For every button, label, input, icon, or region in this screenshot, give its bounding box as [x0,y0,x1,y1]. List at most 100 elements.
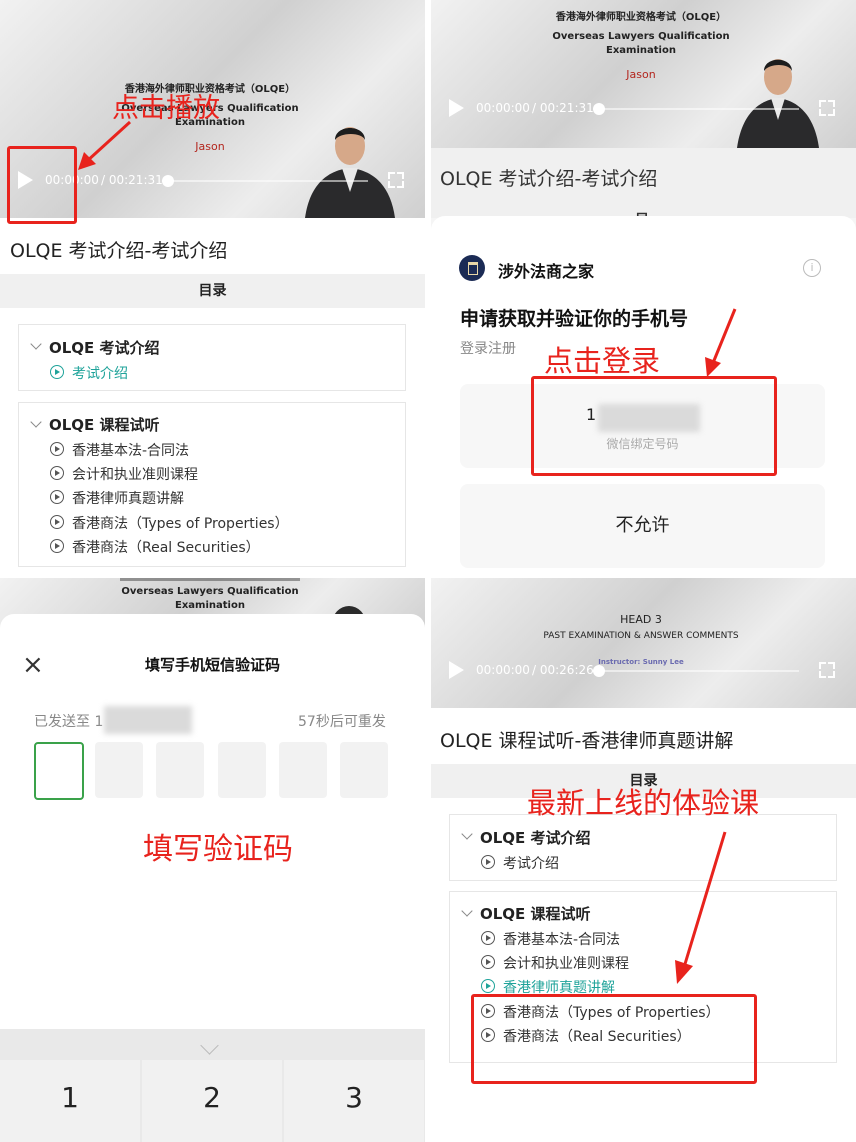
lesson-item[interactable]: 香港律师真题讲解 [72,488,184,508]
chevron-down-icon[interactable] [461,828,473,840]
annotation-arrow [675,831,727,984]
course-title: OLQE 课程试听-香港律师真题讲解 [440,730,734,752]
slide-en-title-line1: Overseas Lawyers Qualification [552,31,730,42]
play-circle-icon [481,979,495,993]
slide-head: HEAD 3 [620,613,662,626]
chevron-down-icon[interactable] [200,1036,219,1055]
deny-button[interactable]: 不允许 [460,484,825,568]
lesson-item[interactable]: 香港商法（Types of Properties） [72,513,289,533]
app-name: 涉外法商之家 [498,262,595,281]
annotation-fill-code: 填写验证码 [143,832,293,867]
current-time: 00:00:00 [476,101,530,115]
play-circle-icon [50,515,64,529]
lesson-item[interactable]: 会计和执业准则课程 [72,464,198,484]
toc-section-trial: OLQE 课程试听 香港基本法-合同法 会计和执业准则课程 香港律师真题讲解 香… [18,402,406,567]
slide-author: Jason [195,140,225,153]
sent-to-label: 已发送至 1 [34,714,104,730]
slide-cn-title: 香港海外律师职业资格考试（OLQE） [555,12,727,23]
video-player[interactable]: HEAD 3 PAST EXAMINATION & ANSWER COMMENT… [431,578,856,708]
presenter-figure [737,59,819,148]
annotation-box-play [7,146,77,224]
code-digit-input[interactable] [34,742,84,800]
panel-course-player-2: HEAD 3 PAST EXAMINATION & ANSWER COMMENT… [431,578,856,1142]
toc-section-intro: OLQE 考试介绍 考试介绍 [449,814,837,881]
total-duration: / 00:26:26 [532,663,594,677]
resend-countdown[interactable]: 57秒后可重发 [298,711,386,731]
phone-number-blurred [104,706,192,734]
annotation-arrow [705,308,737,377]
video-player[interactable]: 香港海外律师职业资格考试（OLQE） Overseas Lawyers Qual… [431,0,856,148]
lesson-item[interactable]: 考试介绍 [503,853,559,873]
play-circle-icon [481,855,495,869]
annotation-box-login [531,376,777,476]
play-circle-icon [50,365,64,379]
panel-course-player-1: 香港海外律师职业资格考试（OLQE） Overseas Lawyers Qual… [0,0,425,575]
slide-en-title-line2: Examination [606,45,676,56]
play-circle-icon [50,442,64,456]
annotation-new-trial: 最新上线的体验课 [527,786,760,820]
presenter-figure [305,127,395,218]
progress-track[interactable] [168,180,368,182]
fullscreen-icon[interactable] [819,100,835,116]
play-circle-icon [481,955,495,969]
panel-login-dialog: 香港海外律师职业资格考试（OLQE） Overseas Lawyers Qual… [431,0,856,575]
info-icon[interactable]: i [803,259,821,277]
lesson-item[interactable]: 香港基本法-合同法 [72,440,189,460]
annotation-click-login: 点击登录 [544,344,661,378]
lesson-item[interactable]: 会计和执业准则课程 [503,953,629,973]
total-duration: / 00:21:31 [532,101,594,115]
progress-knob[interactable] [162,175,174,187]
progress-track[interactable] [599,670,799,672]
code-digit-input[interactable] [340,742,388,798]
code-digit-input[interactable] [218,742,266,798]
course-title: OLQE 考试介绍-考试介绍 [440,168,658,190]
play-circle-icon [50,490,64,504]
play-circle-icon [50,466,64,480]
total-duration: / 00:21:31 [101,173,163,187]
play-circle-icon [50,539,64,553]
app-logo [459,255,485,281]
section-title[interactable]: OLQE 考试介绍 [480,827,591,848]
slide-en-title-line1: Overseas Lawyers Qualification [121,586,299,597]
panel-sms-code: Overseas Lawyers Qualification Examinati… [0,578,425,1142]
section-title[interactable]: OLQE 课程试听 [49,414,160,435]
progress-knob[interactable] [593,665,605,677]
code-digit-input[interactable] [156,742,204,798]
slide-author: Jason [626,68,656,81]
fullscreen-icon[interactable] [819,662,835,678]
slide-subtitle: PAST EXAMINATION & ANSWER COMMENTS [543,631,739,641]
lesson-item[interactable]: 香港商法（Real Securities） [72,537,260,557]
key-3[interactable]: 3 [284,1060,424,1142]
sheet-title: 填写手机短信验证码 [144,656,280,674]
play-icon[interactable] [449,99,464,117]
chevron-down-icon[interactable] [30,338,42,350]
play-circle-icon [481,931,495,945]
key-2[interactable]: 2 [142,1060,282,1142]
fullscreen-icon[interactable] [388,172,404,188]
numeric-keypad: 1 2 3 [0,1029,425,1142]
video-slide-text: 香港海外律师职业资格考试（OLQE） Overseas Lawyers Qual… [546,8,736,81]
dialog-heading: 申请获取并验证你的手机号 [460,308,689,330]
toc-header: 目录 [0,274,425,308]
key-1[interactable]: 1 [0,1060,140,1142]
annotation-arrow [78,120,132,170]
toc-section-intro: OLQE 考试介绍 考试介绍 [18,324,406,391]
progress-knob[interactable] [593,103,605,115]
dialog-subheading: 登录注册 [460,341,516,357]
slide-en-title-line2: Examination [175,600,245,611]
video-slide-text: HEAD 3 PAST EXAMINATION & ANSWER COMMENT… [511,613,771,666]
code-digit-input[interactable] [279,742,327,798]
progress-track[interactable] [599,108,799,110]
section-title[interactable]: OLQE 课程试听 [480,903,591,924]
play-icon[interactable] [449,661,464,679]
lesson-item[interactable]: 香港基本法-合同法 [503,929,620,949]
chevron-down-icon[interactable] [461,905,473,917]
lesson-item[interactable]: 考试介绍 [72,363,128,383]
course-title: OLQE 考试介绍-考试介绍 [10,240,228,262]
code-digit-input[interactable] [95,742,143,798]
current-time: 00:00:00 [476,663,530,677]
chevron-down-icon[interactable] [30,416,42,428]
video-slide-text: Overseas Lawyers Qualification Examinati… [110,586,310,611]
annotation-box-trial [471,994,757,1084]
section-title[interactable]: OLQE 考试介绍 [49,337,160,358]
